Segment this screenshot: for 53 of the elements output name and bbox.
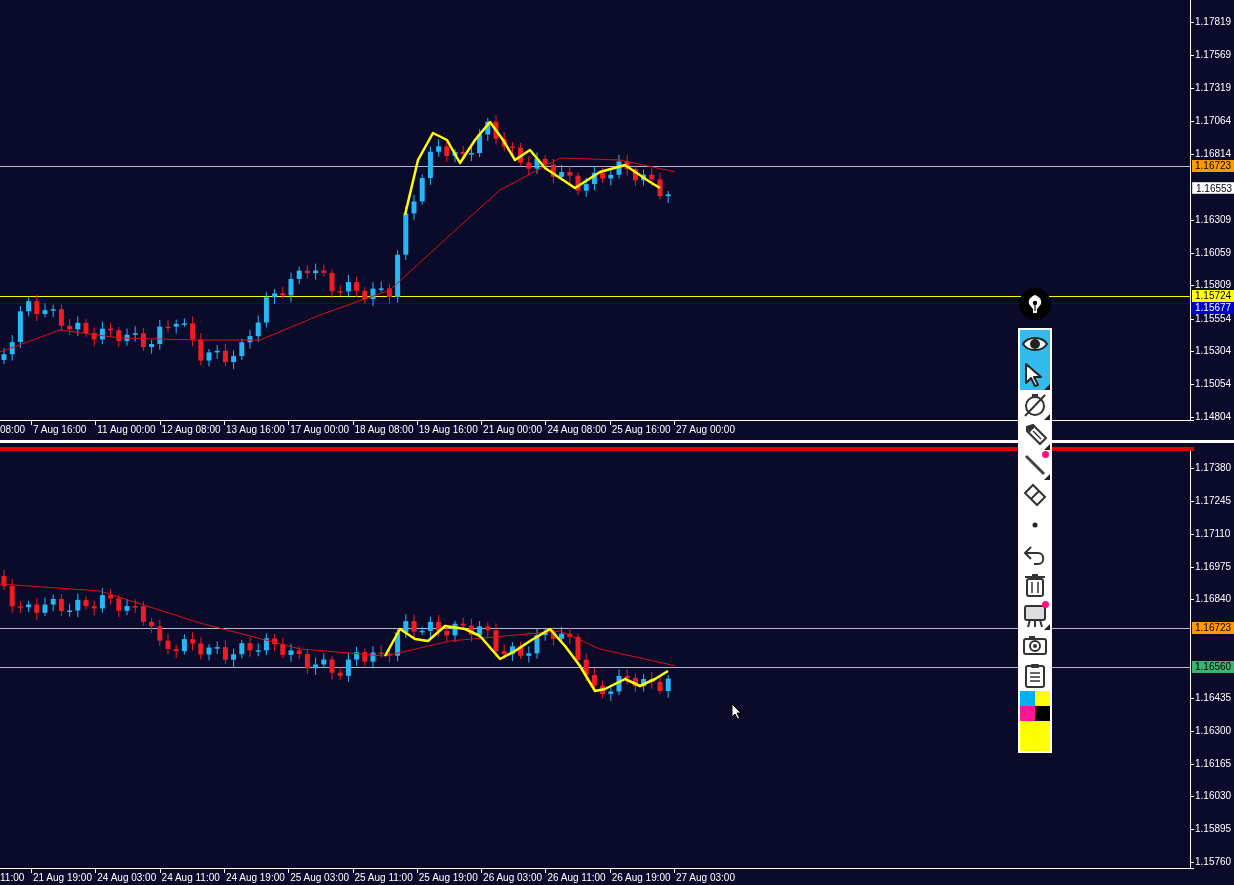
- price-axis-label: 1.17064: [1195, 114, 1232, 127]
- time-axis-label: 25 Aug 16:00: [611, 424, 671, 436]
- time-axis-label: 24 Aug 11:00: [161, 872, 220, 884]
- price-axis-label: 1.16975: [1195, 560, 1232, 573]
- price-axis-label: 1.17569: [1195, 48, 1232, 61]
- price-axis-label: 1.16435: [1195, 691, 1232, 704]
- time-axis-label: 25 Aug 03:00: [290, 872, 350, 884]
- price-axis-label: 1.15895: [1195, 823, 1232, 836]
- price-tag: 1.16723: [1192, 621, 1234, 634]
- time-axis-label: 24 Aug 19:00: [225, 872, 285, 884]
- price-axis-label: 1.15809: [1195, 279, 1232, 291]
- time-axis-label: 12 Aug 08:00: [161, 424, 221, 436]
- time-axis-label: 11:00: [0, 872, 25, 884]
- price-axis-label: 1.16059: [1195, 246, 1232, 259]
- time-axis-label: 25 Aug 19:00: [418, 872, 478, 884]
- price-axis-label: 1.14804: [1195, 411, 1232, 423]
- price-axis-label: 1.16814: [1195, 147, 1232, 160]
- time-axis-label: 18 Aug 08:00: [354, 424, 414, 436]
- time-axis-label: 21 Aug 00:00: [483, 424, 543, 436]
- time-axis-label: 08:00: [0, 424, 26, 436]
- price-tag: 1.16560: [1192, 661, 1234, 674]
- price-tag: 1.15724: [1192, 290, 1234, 303]
- time-axis-label: 27 Aug 03:00: [676, 872, 735, 884]
- price-axis-label: 1.16309: [1195, 213, 1232, 226]
- price-axis-label: 1.16030: [1195, 790, 1232, 803]
- price-axis-label: 1.17245: [1195, 494, 1232, 507]
- time-axis-label: 26 Aug 19:00: [611, 872, 671, 884]
- price-axis-label: 1.15304: [1195, 345, 1232, 358]
- time-axis-label: 24 Aug 03:00: [97, 872, 157, 884]
- time-axis-label: 7 Aug 16:00: [33, 424, 87, 436]
- price-tag: 1.15677: [1192, 302, 1234, 315]
- price-axis-label: 1.16300: [1195, 724, 1232, 737]
- price-axis-label: 1.15054: [1195, 378, 1232, 391]
- time-axis-label: 27 Aug 00:00: [676, 424, 735, 436]
- price-axis-label: 1.15554: [1195, 312, 1232, 325]
- time-axis-label: 21 Aug 19:00: [33, 872, 92, 884]
- price-axis-label: 1.17819: [1195, 16, 1232, 28]
- price-axis-label: 1.15760: [1195, 856, 1232, 868]
- price-axis-label: 1.16165: [1195, 757, 1232, 770]
- time-axis-label: 26 Aug 03:00: [483, 872, 543, 884]
- price-tag: 1.16553: [1192, 181, 1234, 194]
- time-axis-label: 17 Aug 00:00: [290, 424, 350, 436]
- time-axis-label: 19 Aug 16:00: [418, 424, 478, 436]
- time-axis-label: 13 Aug 16:00: [225, 424, 285, 436]
- time-axis-label: 26 Aug 11:00: [547, 872, 606, 884]
- price-axis-label: 1.16840: [1195, 593, 1232, 606]
- price-axis-label: 1.17319: [1195, 81, 1232, 94]
- time-axis-label: 11 Aug 00:00: [97, 424, 156, 436]
- time-axis-label: 25 Aug 11:00: [354, 872, 413, 884]
- price-axis-label: 1.17110: [1195, 527, 1231, 540]
- price-tag: 1.16723: [1192, 159, 1234, 172]
- time-axis-label: 24 Aug 08:00: [547, 424, 607, 436]
- price-axis-label: 1.17380: [1195, 462, 1232, 474]
